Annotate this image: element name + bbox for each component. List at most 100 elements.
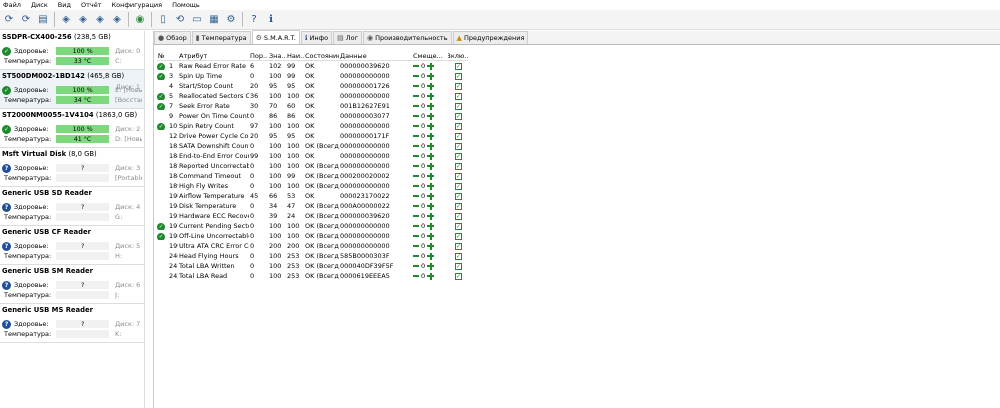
enabled-checkbox[interactable]: ✓ (455, 152, 462, 160)
plus-icon[interactable] (427, 192, 435, 200)
minus-icon[interactable] (413, 155, 419, 157)
minus-icon[interactable] (413, 265, 419, 267)
tab-performance[interactable]: ◉ Производительность (363, 31, 452, 44)
minus-icon[interactable] (413, 195, 419, 197)
minus-icon[interactable] (413, 115, 419, 117)
table-row[interactable]: 241Total LBA Written 0 100 253 OK (Всегда...… (157, 261, 468, 271)
minus-icon[interactable] (413, 145, 419, 147)
table-row[interactable]: ✓ 1 Raw Read Error Rate 6 102 99 OK 00000003962… (157, 61, 468, 71)
menu-item-0[interactable]: Файл (3, 1, 21, 9)
plus-icon[interactable] (427, 252, 435, 260)
table-row[interactable]: 4 Start/Stop Count 20 95 95 OK 000000001726 0 ✓ (157, 81, 468, 91)
enabled-checkbox[interactable]: ✓ (455, 172, 462, 180)
refresh-icon[interactable]: ⟳ (2, 13, 16, 27)
enabled-checkbox[interactable]: ✓ (455, 222, 462, 230)
enabled-checkbox[interactable]: ✓ (455, 102, 462, 110)
disk-entry[interactable]: Msft Virtual Disk (8,0 GB)? Здоровье:? Дис… (0, 148, 144, 187)
disk-entry[interactable]: Generic USB SM Reader ? Здоровье:? Диск: 6… (0, 265, 144, 304)
help-icon[interactable]: ? (247, 13, 261, 27)
tab-overview[interactable]: ● Обзор (154, 31, 191, 44)
plus-icon[interactable] (427, 272, 435, 280)
plus-icon[interactable] (427, 142, 435, 150)
tab-info[interactable]: ℹ Инфо (300, 31, 333, 44)
table-row[interactable]: 190Airflow Temperature 45 66 53 OK 0000231700… (157, 191, 468, 201)
table-row[interactable]: 194Disk Temperature03447OK (Всегда...000… (157, 201, 468, 211)
minus-icon[interactable] (413, 225, 419, 227)
table-row[interactable]: 195Hardware ECC Recovered03924OK (Всегда… (157, 211, 468, 221)
enabled-checkbox[interactable]: ✓ (455, 202, 462, 210)
plus-icon[interactable] (427, 112, 435, 120)
table-row[interactable]: ✓ 7 Seek Error Rate 30 70 60 OK 001B12627E91 0 ✓ (157, 101, 468, 111)
column-header[interactable]: Зна... (268, 52, 286, 60)
menu-item-2[interactable]: Вид (58, 1, 71, 9)
enabled-checkbox[interactable]: ✓ (455, 242, 462, 250)
enabled-checkbox[interactable]: ✓ (455, 92, 462, 100)
enabled-checkbox[interactable]: ✓ (455, 192, 462, 200)
table-row[interactable]: 188Command Timeout010099OK (Всегда...000… (157, 171, 468, 181)
plus-icon[interactable] (427, 152, 435, 160)
disk-entry[interactable]: Generic USB SD Reader ? Здоровье:? Диск: 4… (0, 187, 144, 226)
monitor-icon[interactable]: ▭ (190, 13, 204, 27)
plus-icon[interactable] (427, 62, 435, 70)
plus-icon[interactable] (427, 222, 435, 230)
table-row[interactable]: 242Total LBA Read0100253OK (Всегда...000… (157, 271, 468, 281)
table-row[interactable]: 12Drive Power Cycle Count209595OK0000000… (157, 131, 468, 141)
disk-entry[interactable]: ST2000NM0055-1V4104 (1863,0 GB) ✓ Здоровье… (0, 109, 144, 148)
table-row[interactable]: ✓5Reallocated Sectors Co...36100100OK000… (157, 91, 468, 101)
plus-icon[interactable] (427, 212, 435, 220)
minus-icon[interactable] (413, 125, 419, 127)
enabled-checkbox[interactable]: ✓ (455, 182, 462, 190)
plus-icon[interactable] (427, 172, 435, 180)
menu-item-3[interactable]: Отчёт (81, 1, 102, 9)
enabled-checkbox[interactable]: ✓ (455, 162, 462, 170)
enabled-checkbox[interactable]: ✓ (455, 122, 462, 130)
minus-icon[interactable] (413, 135, 419, 137)
minus-icon[interactable] (413, 215, 419, 217)
minus-icon[interactable] (413, 185, 419, 187)
table-row[interactable]: 183SATA Downshift Count0100100OK (Всегда… (157, 141, 468, 151)
plus-icon[interactable] (427, 82, 435, 90)
plus-icon[interactable] (427, 102, 435, 110)
table-row[interactable]: ✓ 10 Spin Retry Count 97 100 100 OK 00000000000… (157, 121, 468, 131)
table-row[interactable]: 240Head Flying Hours 0 100 253 OK (Всегда...… (157, 251, 468, 261)
enabled-checkbox[interactable]: ✓ (455, 72, 462, 80)
enabled-checkbox[interactable]: ✓ (455, 82, 462, 90)
minus-icon[interactable] (413, 65, 419, 67)
table-row[interactable]: 189High Fly Writes0100100OK (Всегда...00… (157, 181, 468, 191)
disk-entry[interactable]: SSDPR-CX400-256 (238,5 GB) ✓ Здоровье: 100 … (0, 31, 144, 70)
table-row[interactable]: ✓198Off-Line Uncorrectable ...0100100OK … (157, 231, 468, 241)
tab-log[interactable]: ▤ Лог (333, 31, 363, 44)
tab-smart[interactable]: ⚙ S.M.A.R.T. (251, 30, 300, 44)
plus-icon[interactable] (427, 162, 435, 170)
table-row[interactable]: ✓ 3 Spin Up Time 0 100 99 OK 000000000000 0 ✓ (157, 71, 468, 81)
minus-icon[interactable] (413, 245, 419, 247)
plus-icon[interactable] (427, 232, 435, 240)
plus-icon[interactable] (427, 262, 435, 270)
minus-icon[interactable] (413, 85, 419, 87)
plus-icon[interactable] (427, 92, 435, 100)
plus-icon[interactable] (427, 122, 435, 130)
plus-icon[interactable] (427, 132, 435, 140)
document-icon[interactable]: ▯ (156, 13, 170, 27)
minus-icon[interactable] (413, 255, 419, 257)
menu-item-5[interactable]: Помощь (172, 1, 200, 9)
minus-icon[interactable] (413, 75, 419, 77)
info-icon[interactable]: ℹ (264, 13, 278, 27)
scan-icon[interactable]: ⟳ (19, 13, 33, 27)
column-header[interactable]: Атрибут (178, 52, 249, 60)
minus-icon[interactable] (413, 95, 419, 97)
enabled-checkbox[interactable]: ✓ (455, 132, 462, 140)
minus-icon[interactable] (413, 165, 419, 167)
enabled-checkbox[interactable]: ✓ (455, 112, 462, 120)
tab-thermometer[interactable]: ▮ Температура (191, 31, 251, 44)
table-row[interactable]: 184End-to-End Error Count99100100OK00000… (157, 151, 468, 161)
disk-entry[interactable]: Generic USB CF Reader ? Здоровье:? Диск: 5… (0, 226, 144, 265)
hdd-icon[interactable]: ◈ (59, 13, 73, 27)
column-header[interactable]: Наи... (286, 52, 304, 60)
enabled-checkbox[interactable]: ✓ (455, 272, 462, 280)
plus-icon[interactable] (427, 72, 435, 80)
plus-icon[interactable] (427, 242, 435, 250)
hdd2-icon[interactable]: ◈ (76, 13, 90, 27)
table-row[interactable]: 187Reported Uncorrectabl...0100100OK (Вс… (157, 161, 468, 171)
minus-icon[interactable] (413, 275, 419, 277)
